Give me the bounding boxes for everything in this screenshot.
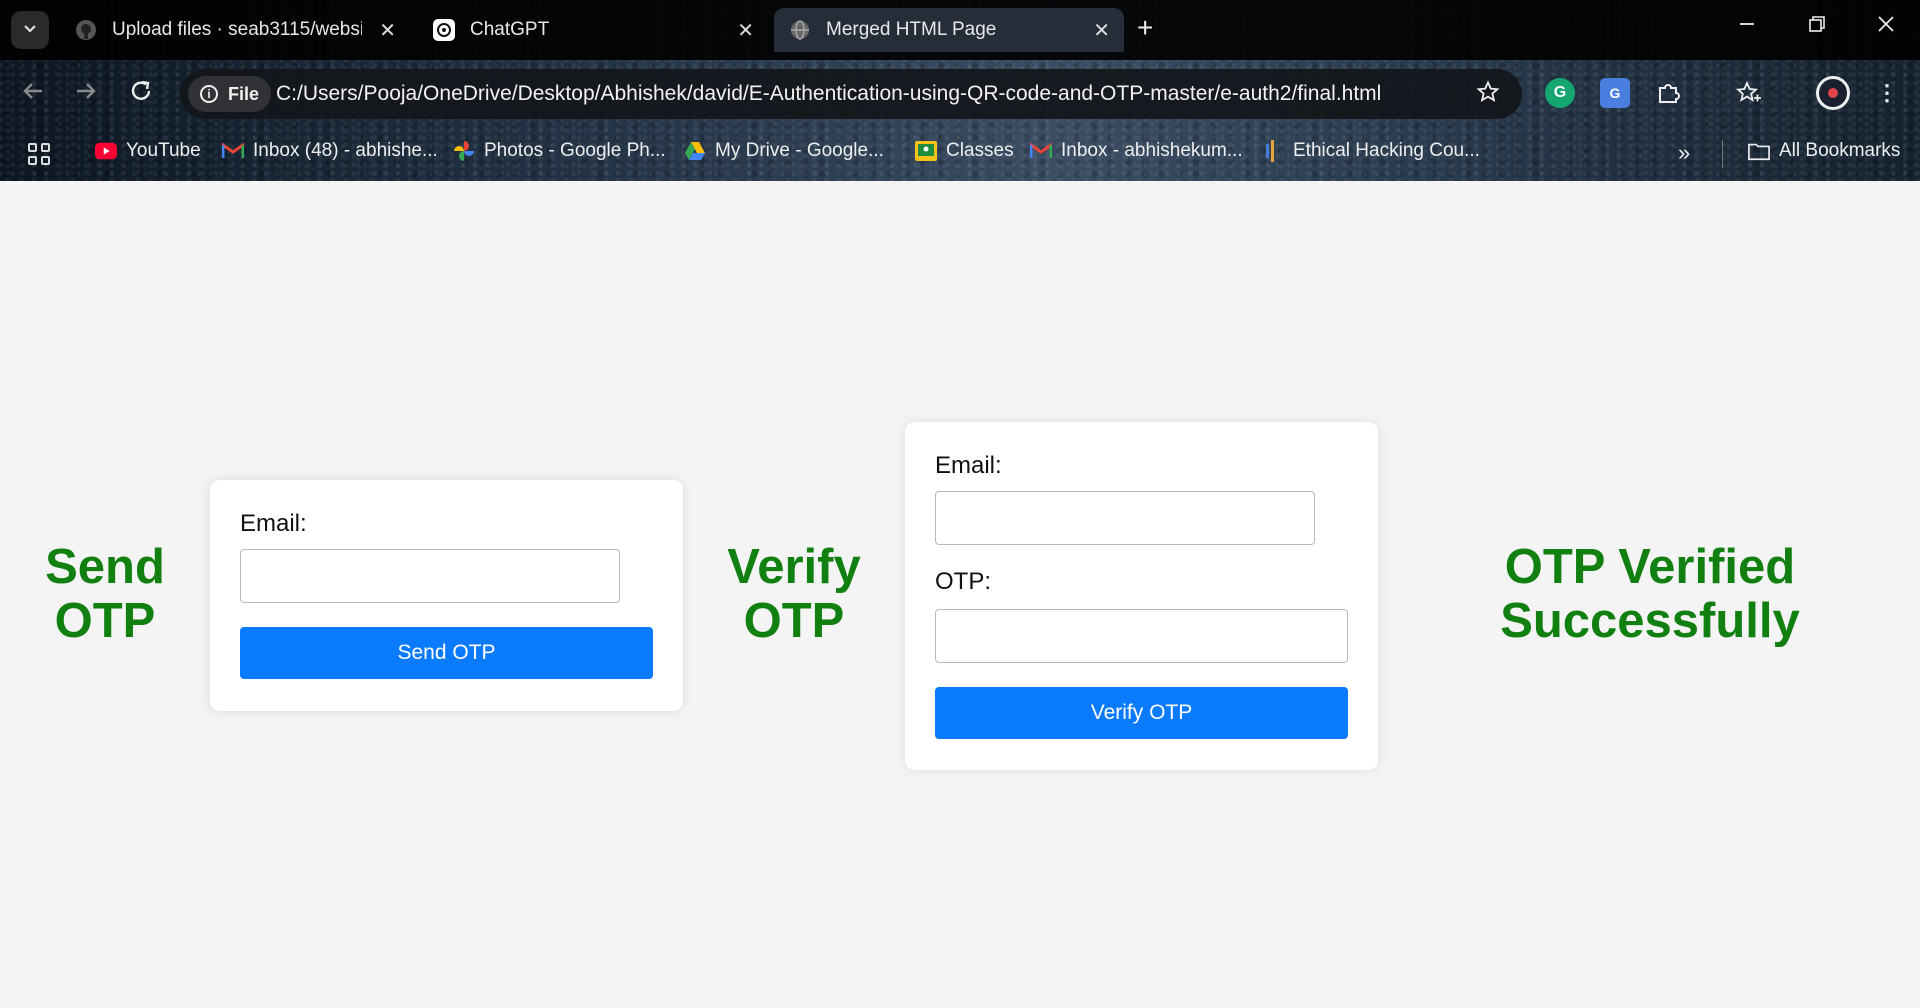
- all-bookmarks-button[interactable]: All Bookmarks: [1748, 140, 1900, 162]
- verify-otp-heading: Verify OTP: [704, 540, 884, 648]
- back-icon[interactable]: [20, 78, 46, 108]
- bookmark-label: Classes: [946, 140, 1014, 161]
- chevron-down-icon: [22, 20, 38, 41]
- close-icon[interactable]: ✕: [379, 18, 396, 43]
- globe-icon: [788, 18, 812, 42]
- email-label: Email:: [935, 452, 1002, 479]
- verify-otp-button[interactable]: Verify OTP: [935, 687, 1348, 739]
- bookmark-label: My Drive - Google...: [715, 140, 884, 161]
- close-window-icon[interactable]: [1876, 14, 1896, 40]
- tab-title: Upload files · seab3115/website: [112, 19, 362, 40]
- send-otp-button[interactable]: Send OTP: [240, 627, 653, 679]
- bookmark-youtube[interactable]: YouTube: [95, 140, 201, 162]
- restore-icon[interactable]: [1808, 14, 1826, 40]
- tab-merged-html-page[interactable]: Merged HTML Page ✕: [774, 8, 1124, 52]
- bookmark-label: Photos - Google Ph...: [484, 140, 666, 161]
- verify-otp-card: Email: OTP: Verify OTP: [905, 422, 1378, 770]
- google-drive-icon: [684, 140, 706, 162]
- heading-line: OTP Verified: [1504, 540, 1796, 594]
- gmail-icon: [1030, 140, 1052, 162]
- bookmark-google-photos[interactable]: Photos - Google Ph...: [453, 140, 666, 162]
- apps-grid-icon[interactable]: [28, 143, 50, 165]
- bookmark-label: Ethical Hacking Cou...: [1293, 140, 1480, 161]
- bookmark-inbox[interactable]: Inbox - abhishekum...: [1030, 140, 1243, 162]
- more-bookmarks-chevron-icon[interactable]: »: [1678, 140, 1690, 166]
- reading-list-star-icon[interactable]: [1734, 78, 1764, 108]
- tab-title: ChatGPT: [470, 19, 550, 40]
- chatgpt-icon: [432, 18, 456, 42]
- new-tab-icon[interactable]: +: [1137, 14, 1153, 42]
- heading-line: Verify: [727, 540, 861, 594]
- url-text[interactable]: C:/Users/Pooja/OneDrive/Desktop/Abhishek…: [276, 82, 1381, 106]
- gmail-icon: [222, 140, 244, 162]
- bookmark-inbox-48[interactable]: Inbox (48) - abhishe...: [222, 140, 438, 162]
- reload-icon[interactable]: [128, 78, 154, 108]
- site-chip-label: File: [228, 83, 260, 104]
- google-photos-icon: [453, 140, 475, 162]
- site-info-chip[interactable]: i File: [188, 76, 272, 112]
- translate-icon[interactable]: G: [1600, 78, 1630, 108]
- close-icon[interactable]: ✕: [737, 18, 754, 43]
- close-icon[interactable]: ✕: [1093, 18, 1110, 43]
- email-label: Email:: [240, 510, 307, 537]
- heading-line: Send: [45, 540, 165, 594]
- extensions-puzzle-icon[interactable]: [1654, 78, 1684, 108]
- bookmarks-divider: [1722, 140, 1723, 168]
- heading-line: Successfully: [1500, 594, 1800, 648]
- tab-strip: Upload files · seab3115/website ✕ ChatGP…: [0, 0, 1920, 60]
- bookmark-classes[interactable]: Classes: [915, 140, 1014, 162]
- bookmark-ethical-hacking[interactable]: Ethical Hacking Cou...: [1262, 140, 1480, 162]
- bookmark-label: Inbox - abhishekum...: [1061, 140, 1243, 161]
- bookmark-label: YouTube: [126, 140, 201, 161]
- bookmark-star-icon[interactable]: [1476, 80, 1500, 111]
- heading-line: OTP: [743, 594, 845, 648]
- browser-toolbar: i File C:/Users/Pooja/OneDrive/Desktop/A…: [0, 60, 1920, 128]
- youtube-icon: [95, 140, 117, 162]
- info-icon: i: [200, 85, 218, 103]
- otp-label: OTP:: [935, 568, 992, 595]
- all-bookmarks-label: All Bookmarks: [1779, 140, 1901, 161]
- grammarly-icon[interactable]: G: [1545, 78, 1575, 108]
- google-classroom-icon: [915, 140, 937, 162]
- minimize-icon[interactable]: [1738, 14, 1756, 40]
- bookmarks-bar: YouTube Inbox (48) - abhishe... Photos -…: [0, 128, 1920, 181]
- otp-input[interactable]: [935, 609, 1348, 663]
- tab-chatgpt[interactable]: ChatGPT ✕: [418, 8, 768, 52]
- send-email-input[interactable]: [240, 549, 620, 603]
- tab-upload-files[interactable]: Upload files · seab3115/website ✕: [60, 8, 410, 52]
- send-otp-card: Email: Send OTP: [210, 480, 683, 711]
- heading-line: OTP: [54, 594, 156, 648]
- forward-icon[interactable]: [73, 78, 99, 108]
- github-icon: [74, 18, 98, 42]
- send-otp-heading: Send OTP: [15, 540, 195, 648]
- otp-verified-message: OTP Verified Successfully: [1450, 540, 1850, 648]
- folder-icon: [1748, 140, 1770, 162]
- profile-avatar-icon[interactable]: [1816, 76, 1850, 110]
- more-menu-icon[interactable]: ⋮: [1872, 78, 1902, 108]
- bookmark-label: Inbox (48) - abhishe...: [253, 140, 438, 161]
- address-bar[interactable]: i File C:/Users/Pooja/OneDrive/Desktop/A…: [180, 69, 1522, 119]
- browser-chrome: Upload files · seab3115/website ✕ ChatGP…: [0, 0, 1920, 181]
- bookmark-site-icon: [1262, 140, 1284, 162]
- verify-email-input[interactable]: [935, 491, 1315, 545]
- tab-search-button[interactable]: [11, 11, 49, 49]
- bookmark-my-drive[interactable]: My Drive - Google...: [684, 140, 884, 162]
- tab-title: Merged HTML Page: [826, 19, 997, 40]
- page-content: Send OTP Email: Send OTP Verify OTP Emai…: [0, 181, 1920, 1008]
